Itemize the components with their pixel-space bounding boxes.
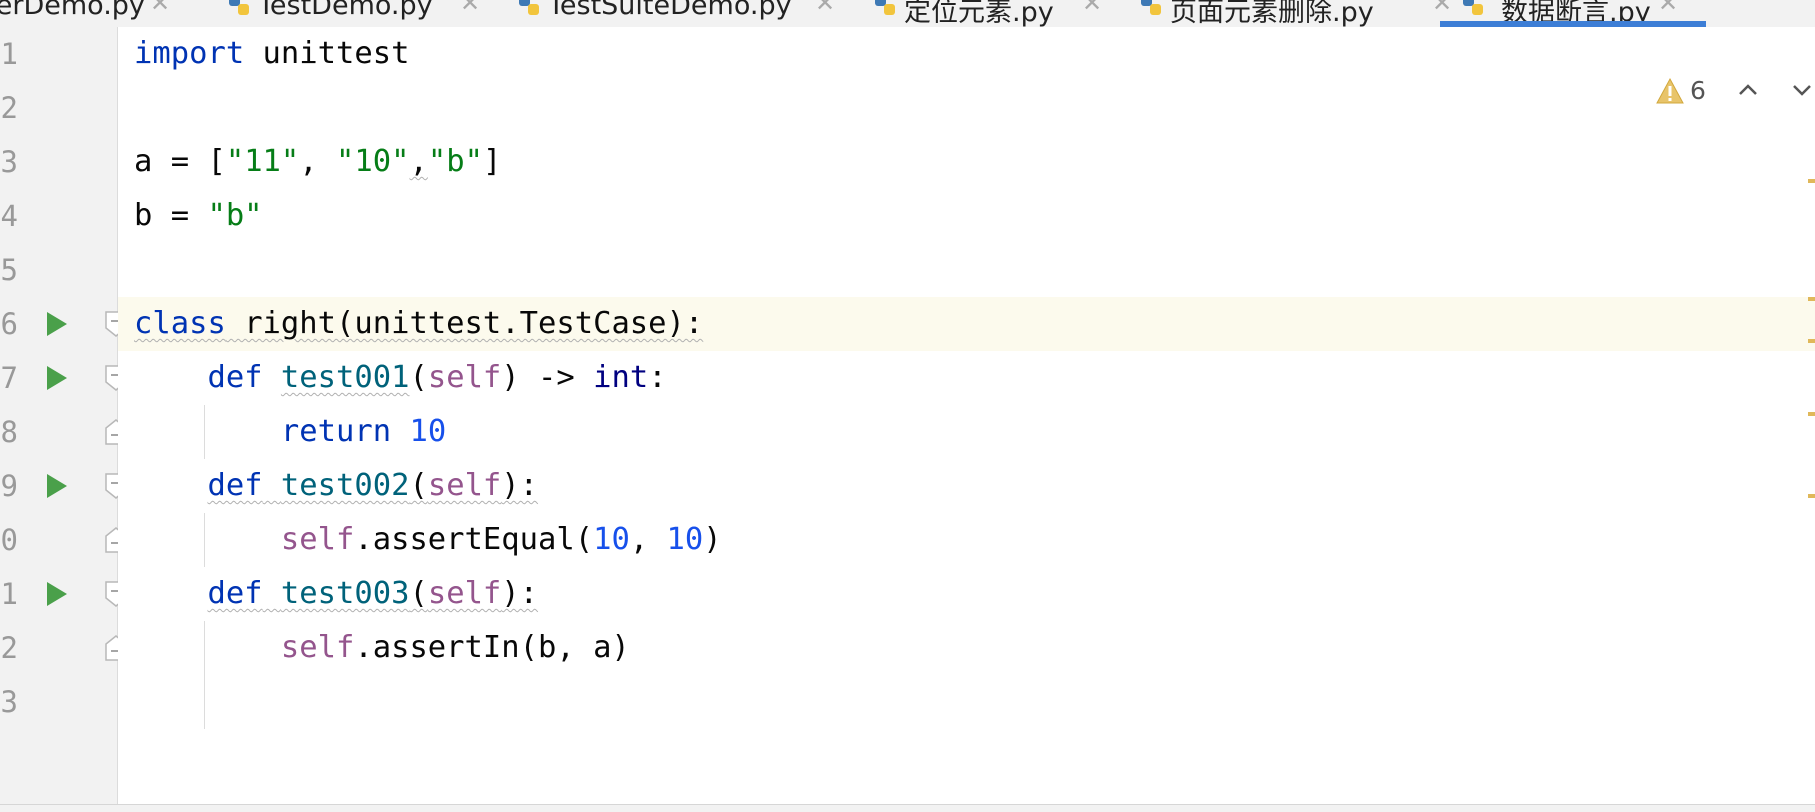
keyword-def: def <box>207 468 263 503</box>
code-text: ): <box>501 576 539 611</box>
code-text: ( <box>409 576 428 611</box>
self-ref: self <box>280 522 355 557</box>
python-file-icon <box>1463 0 1483 15</box>
line-number: 1 <box>0 37 18 71</box>
line-number: 10 <box>0 523 18 557</box>
string-literal: "b" <box>427 144 483 179</box>
number-literal: 10 <box>409 414 447 449</box>
run-icon[interactable] <box>47 366 67 390</box>
error-stripe-mark[interactable] <box>1808 494 1815 498</box>
error-stripe-mark[interactable] <box>1808 339 1815 343</box>
code-text: : <box>648 360 667 395</box>
tab-data-assertion[interactable]: 数据断言.py ✕ <box>1440 0 1706 27</box>
code-line: def test002(self): <box>134 459 538 513</box>
code-line: self.assertEqual(10, 10) <box>134 513 722 567</box>
warning-icon <box>1656 77 1684 104</box>
code-text: , <box>629 522 667 557</box>
code-text: , <box>409 144 428 179</box>
tab-label: 页面元素删除.py <box>1170 0 1374 28</box>
line-number: 6 <box>0 307 18 341</box>
function-name: test003 <box>280 576 410 611</box>
function-name: test001 <box>280 360 410 395</box>
method-call: .assertIn(b, a) <box>354 630 630 665</box>
keyword-return: return <box>280 414 392 449</box>
close-icon[interactable]: ✕ <box>460 0 480 17</box>
self-param: self <box>427 360 502 395</box>
code-line: a = ["11", "10","b"] <box>134 135 501 189</box>
number-literal: 10 <box>593 522 630 557</box>
line-number: 7 <box>0 361 18 395</box>
python-file-icon <box>875 0 895 15</box>
tab-label: ...erDemo.py <box>0 0 145 21</box>
code-text: ): <box>501 468 539 503</box>
code-line: def test003(self): <box>134 567 538 621</box>
line-number: 12 <box>0 631 18 665</box>
python-file-icon <box>229 0 249 15</box>
code-text: ( <box>409 360 428 395</box>
error-stripe-mark[interactable] <box>1808 297 1815 301</box>
warning-count: 6 <box>1690 76 1706 105</box>
string-literal: "b" <box>207 198 263 233</box>
self-param: self <box>427 576 502 611</box>
code-text: ] <box>482 144 502 179</box>
string-literal: "10" <box>336 144 410 179</box>
keyword-def: def <box>207 360 263 395</box>
error-stripe-mark[interactable] <box>1808 179 1815 183</box>
editor-tab-bar: ...erDemo.py ✕ TestDemo.py ✕ TestSuiteDe… <box>0 0 1815 28</box>
code-text: , <box>299 144 337 179</box>
tab-label: TestDemo.py <box>258 0 433 21</box>
chevron-down-icon[interactable] <box>1787 75 1815 105</box>
self-param: self <box>427 468 502 503</box>
run-icon[interactable] <box>47 474 67 498</box>
code-line: class right(unittest.TestCase): <box>134 297 703 351</box>
line-number: 2 <box>0 91 18 125</box>
inspections-widget[interactable]: 6 <box>1655 73 1815 109</box>
self-ref: self <box>280 630 355 665</box>
number-literal: 10 <box>666 522 704 557</box>
line-number: 9 <box>0 469 18 503</box>
close-icon[interactable]: ✕ <box>150 0 170 17</box>
code-text: ) <box>703 522 722 557</box>
line-number: 4 <box>0 199 18 233</box>
code-line: import unittest <box>134 27 409 81</box>
close-icon[interactable]: ✕ <box>815 0 835 17</box>
function-name: test002 <box>280 468 410 503</box>
line-number: 13 <box>0 685 18 719</box>
code-editor[interactable]: import unittest a = ["11", "10","b"] b =… <box>118 27 1815 804</box>
keyword-import: import <box>134 36 245 71</box>
error-stripe-mark[interactable] <box>1808 412 1815 416</box>
run-icon[interactable] <box>47 582 67 606</box>
code-text: a = [ <box>134 144 226 179</box>
tab-label: TestSuiteDemo.py <box>548 0 792 21</box>
run-icon[interactable] <box>47 312 67 336</box>
chevron-up-icon[interactable] <box>1733 75 1763 105</box>
code-text: ( <box>409 468 428 503</box>
class-declaration: right(unittest.TestCase): <box>225 306 704 341</box>
code-line: def test001(self) -> int: <box>134 351 667 405</box>
keyword-def: def <box>207 576 263 611</box>
line-number: 5 <box>0 253 18 287</box>
code-text: ) -> <box>501 360 594 395</box>
close-icon[interactable]: ✕ <box>1658 0 1678 17</box>
method-call: .assertEqual( <box>354 522 594 557</box>
code-line: return 10 <box>134 405 446 459</box>
string-literal: "11" <box>225 144 300 179</box>
python-file-icon <box>519 0 539 15</box>
python-file-icon <box>1141 0 1161 15</box>
tab-label: 定位元素.py <box>904 0 1054 28</box>
module-name: unittest <box>244 36 410 71</box>
code-line: self.assertIn(b, a) <box>134 621 630 675</box>
keyword-class: class <box>134 306 226 341</box>
code-line: b = "b" <box>134 189 263 243</box>
close-icon[interactable]: ✕ <box>1432 0 1452 17</box>
close-icon[interactable]: ✕ <box>1082 0 1102 17</box>
line-number: 8 <box>0 415 18 449</box>
line-number: 11 <box>0 577 18 611</box>
type-int: int <box>593 360 649 395</box>
editor-gutter: 1 2 3 4 5 6 7 8 9 10 11 12 13 <box>0 27 127 804</box>
line-number: 3 <box>0 145 18 179</box>
code-text: b = <box>134 198 208 233</box>
